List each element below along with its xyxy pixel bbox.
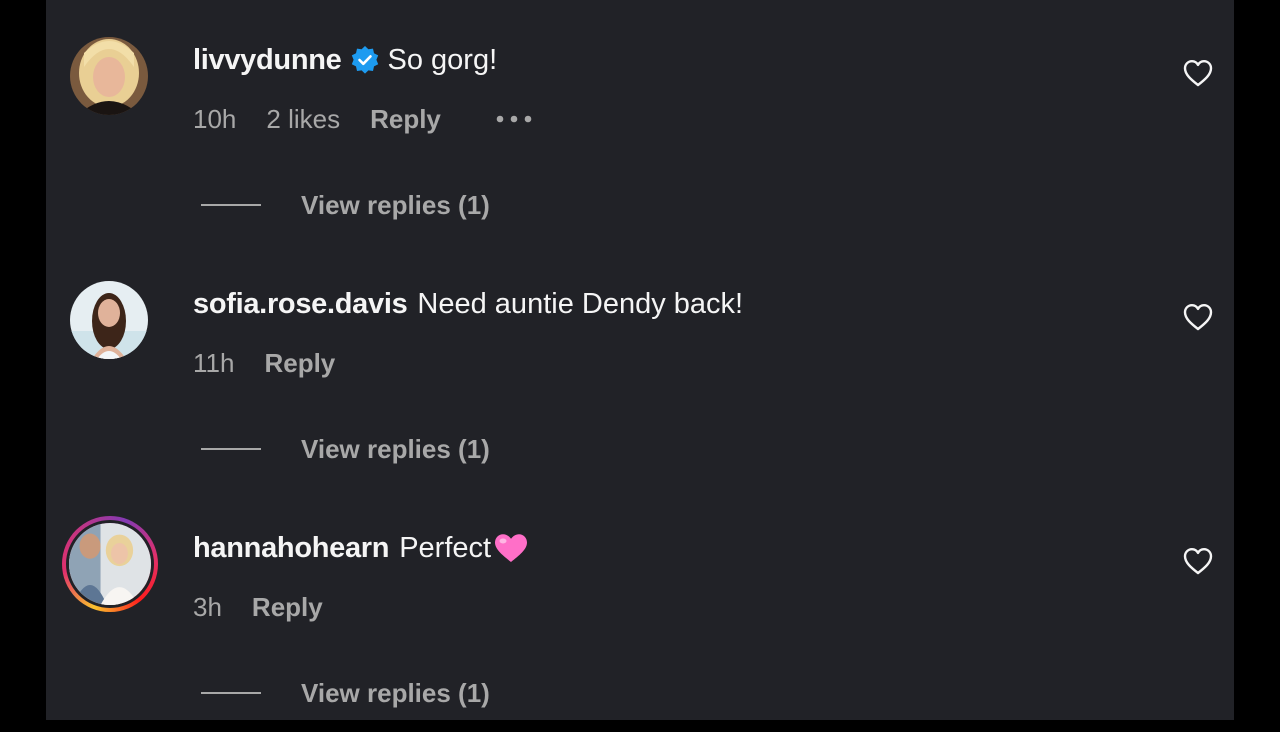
username[interactable]: sofia.rose.davis bbox=[193, 288, 408, 321]
comment-time: 3h bbox=[193, 591, 222, 622]
more-horizontal-icon[interactable] bbox=[495, 114, 535, 124]
view-replies-label: View replies (1) bbox=[301, 189, 490, 220]
username[interactable]: hannahohearn bbox=[193, 532, 390, 565]
comment-header: livvydunne So gorg! bbox=[193, 40, 497, 80]
heart-outline-icon[interactable] bbox=[1182, 302, 1214, 332]
reply-button[interactable]: Reply bbox=[252, 592, 323, 623]
comment-text: Need auntie Dendy back! bbox=[417, 287, 744, 320]
avatar[interactable] bbox=[70, 281, 148, 359]
heart-outline-icon[interactable] bbox=[1182, 546, 1214, 576]
comment-meta: 11h Reply bbox=[193, 345, 365, 381]
divider-line bbox=[201, 204, 261, 206]
verified-badge-icon bbox=[350, 45, 380, 75]
comment-item: hannahohearn Perfect 3h Reply View repli… bbox=[46, 488, 1234, 732]
comment-header: sofia.rose.davis Need auntie Dendy back! bbox=[193, 284, 743, 324]
reply-button[interactable]: Reply bbox=[370, 104, 441, 135]
comment-text: So gorg! bbox=[387, 43, 498, 76]
view-replies-button[interactable]: View replies (1) bbox=[201, 187, 490, 223]
comment-meta: 3h Reply bbox=[193, 589, 353, 625]
reply-button[interactable]: Reply bbox=[264, 348, 335, 379]
avatar-image bbox=[69, 523, 151, 605]
comment-item: sofia.rose.davis Need auntie Dendy back!… bbox=[46, 244, 1234, 488]
likes-count[interactable]: 2 likes bbox=[266, 104, 340, 135]
comment-item: livvydunne So gorg! 10h 2 likes Reply Vi… bbox=[46, 0, 1234, 244]
divider-line bbox=[201, 448, 261, 450]
comments-panel: livvydunne So gorg! 10h 2 likes Reply Vi… bbox=[46, 0, 1234, 720]
comment-text: Perfect bbox=[399, 531, 492, 564]
comment-time: 11h bbox=[193, 347, 235, 378]
comment-time: 10h bbox=[193, 103, 237, 134]
heart-outline-icon[interactable] bbox=[1182, 58, 1214, 88]
username[interactable]: livvydunne bbox=[193, 44, 342, 77]
avatar-story-ring[interactable] bbox=[62, 516, 158, 612]
divider-line bbox=[201, 692, 261, 694]
avatar-image bbox=[70, 281, 148, 359]
comment-header: hannahohearn Perfect bbox=[193, 528, 529, 568]
view-replies-button[interactable]: View replies (1) bbox=[201, 431, 490, 467]
view-replies-button[interactable]: View replies (1) bbox=[201, 675, 490, 711]
pink-heart-emoji bbox=[493, 532, 529, 564]
view-replies-label: View replies (1) bbox=[301, 677, 490, 708]
avatar bbox=[66, 520, 154, 608]
avatar[interactable] bbox=[70, 37, 148, 115]
view-replies-label: View replies (1) bbox=[301, 433, 490, 464]
avatar-image bbox=[70, 37, 148, 115]
comment-meta: 10h 2 likes Reply bbox=[193, 101, 565, 137]
